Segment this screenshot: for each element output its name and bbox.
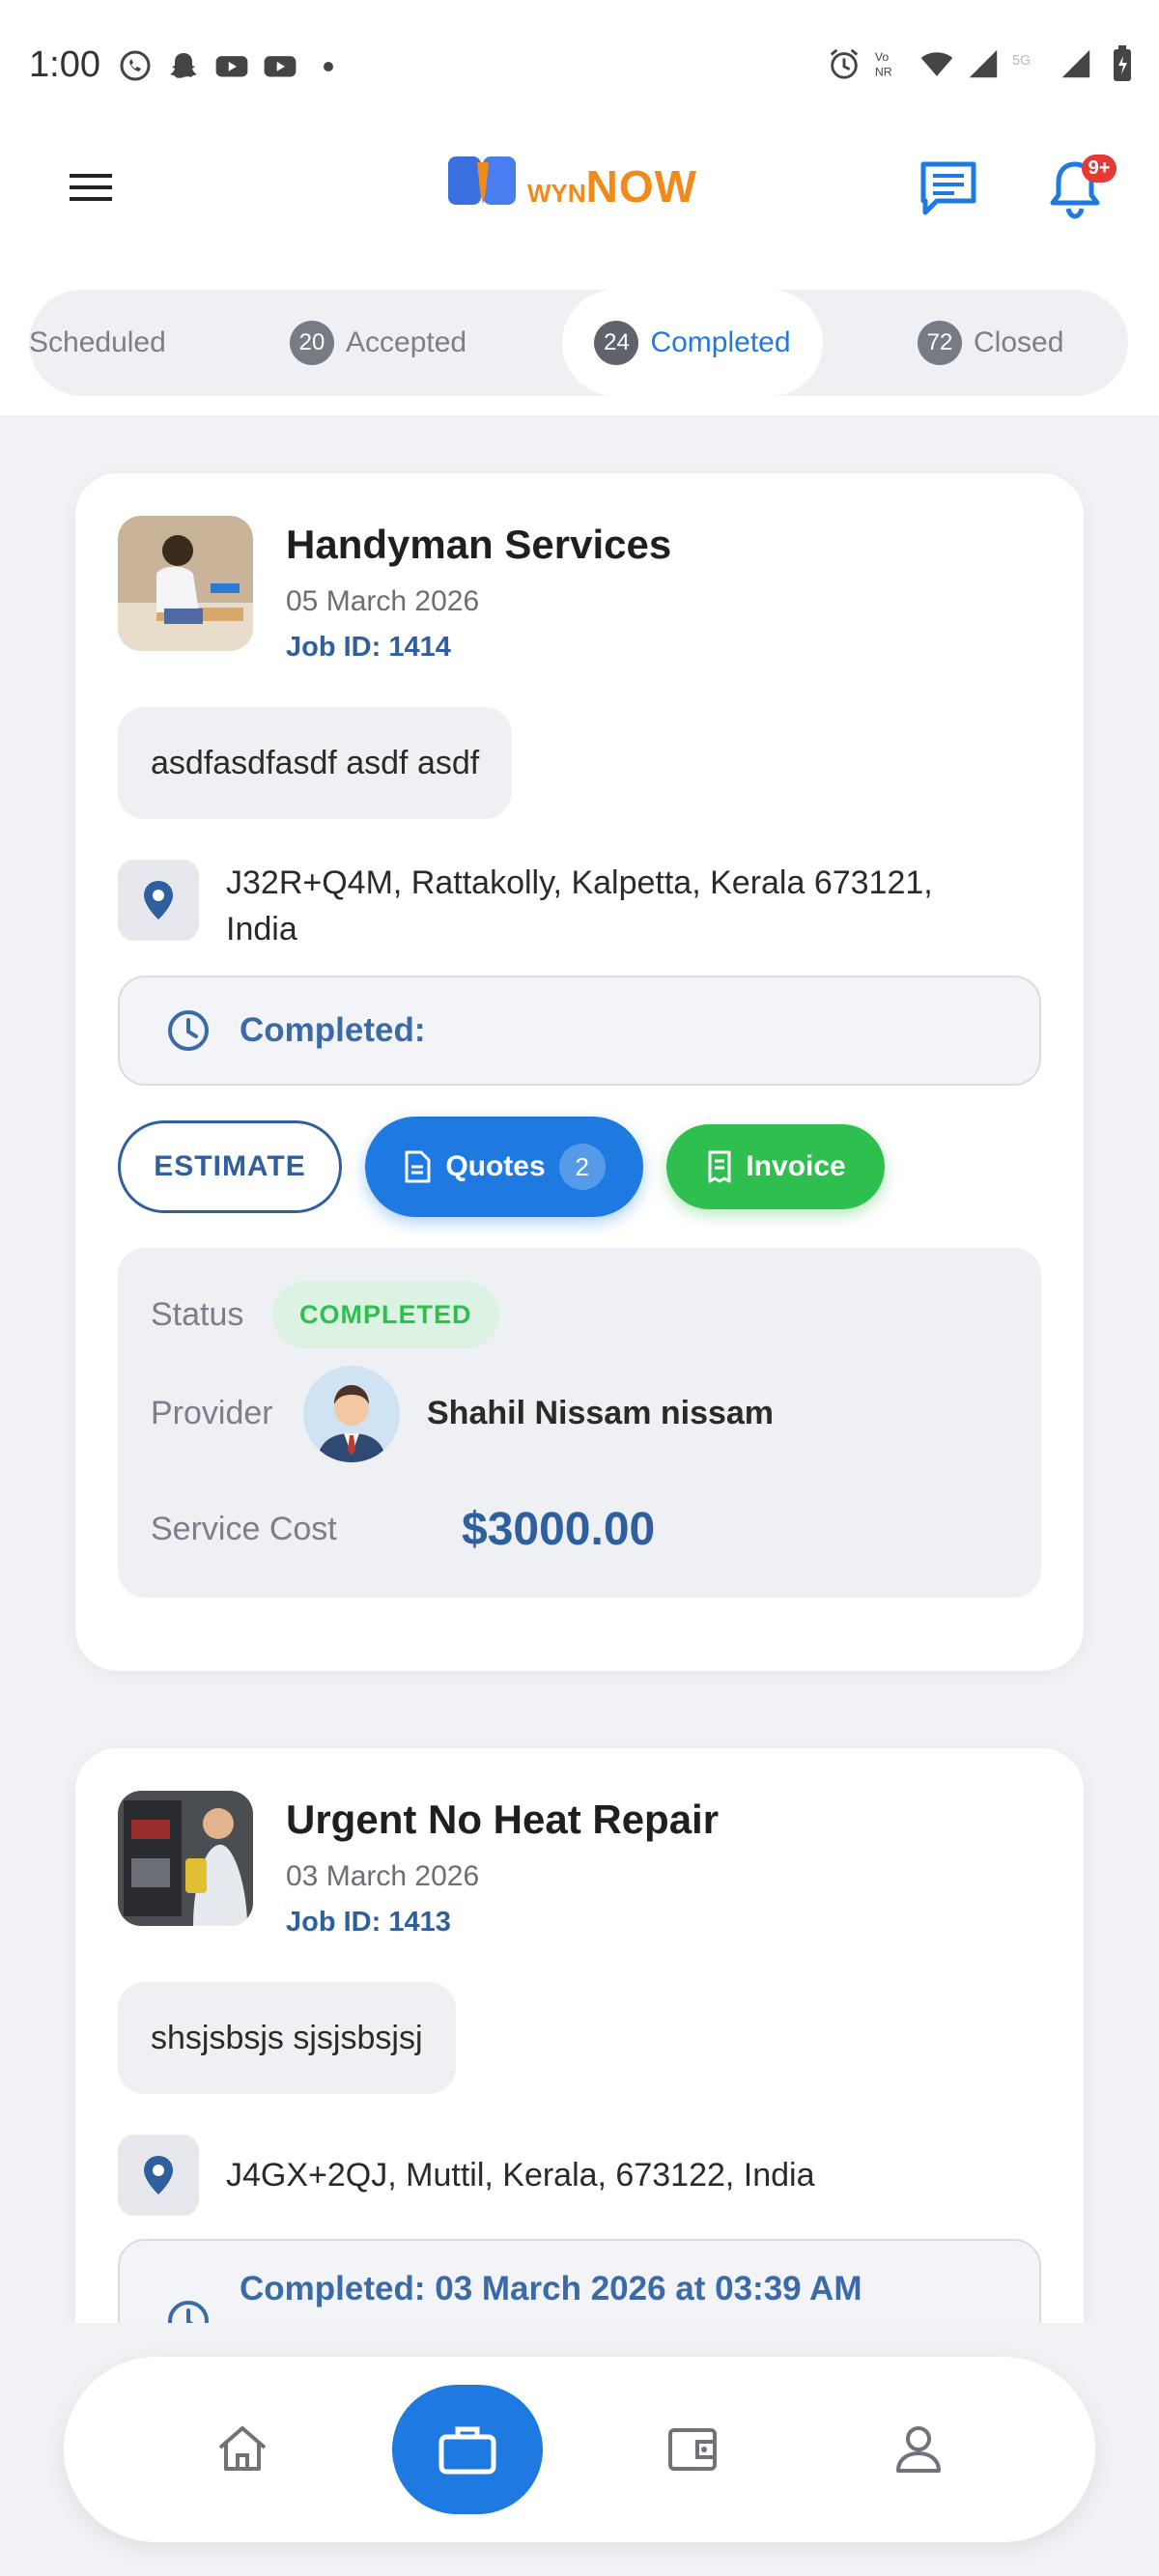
- status-label: Status: [151, 1296, 244, 1333]
- nav-profile[interactable]: [856, 2386, 981, 2511]
- completed-text: Completed:: [240, 1011, 426, 1049]
- quotes-label: Quotes: [445, 1150, 546, 1182]
- location-line: J4GX+2QJ, Muttil, Kerala, 673122, India: [226, 2157, 815, 2194]
- signal-icon: [966, 46, 1001, 81]
- tab-label: Scheduled: [29, 326, 166, 358]
- location-pin-icon: [118, 860, 199, 941]
- job-description: shsjsbsjs sjsjsbsjsj: [118, 1982, 456, 2094]
- invoice-button[interactable]: Invoice: [666, 1124, 885, 1209]
- profile-icon: [896, 2426, 941, 2473]
- briefcase-icon: [438, 2426, 496, 2475]
- avatar: [303, 1366, 400, 1462]
- service-cost-value: $3000.00: [462, 1504, 656, 1555]
- tab-label: Closed: [974, 326, 1064, 358]
- job-date: 03 March 2026: [286, 1860, 480, 1892]
- logo-now-text: NOW: [585, 161, 698, 212]
- tab-scheduled[interactable]: Scheduled: [29, 290, 222, 396]
- job-info-panel: Status COMPLETED Provider Shahil Nissam …: [118, 1248, 1041, 1598]
- tab-completed[interactable]: 24 Completed: [562, 290, 823, 396]
- logo-wyn-text: WYN: [527, 179, 586, 208]
- tab-count: 72: [918, 321, 962, 365]
- job-id: Job ID: 1413: [286, 1907, 451, 1938]
- tab-closed[interactable]: 72 Closed: [918, 290, 1111, 396]
- job-description: asdfasdfasdf asdf asdf: [118, 707, 513, 819]
- svg-text:5G: 5G: [1012, 53, 1031, 69]
- job-location: J32R+Q4M, Rattakolly, Kalpetta, Kerala 6…: [118, 860, 1045, 952]
- nav-jobs[interactable]: [392, 2385, 543, 2514]
- tab-count: 20: [290, 321, 334, 365]
- tab-label: Accepted: [346, 326, 467, 358]
- status-time: 1:00: [29, 44, 100, 85]
- location-line: J32R+Q4M, Rattakolly, Kalpetta, Kerala 6…: [226, 864, 933, 901]
- location-pin-icon: [118, 2135, 199, 2216]
- dot-icon: [311, 48, 346, 83]
- job-card[interactable]: Handyman Services 05 March 2026 Job ID: …: [75, 473, 1084, 1671]
- volte-icon: Vo NR: [873, 46, 908, 81]
- job-id: Job ID: 1414: [286, 632, 451, 663]
- home-icon: [218, 2426, 267, 2471]
- document-icon: [405, 1150, 431, 1183]
- tab-label: Completed: [650, 326, 791, 358]
- 5g-icon: 5G: [1012, 46, 1047, 81]
- status-left-icons: [118, 48, 346, 83]
- tab-count: 24: [594, 321, 639, 365]
- bottom-navigation: [64, 2357, 1095, 2542]
- youtube-icon: [214, 48, 249, 83]
- completed-box: Completed:: [118, 976, 1041, 1086]
- snapchat-icon: [166, 48, 201, 83]
- job-location: J4GX+2QJ, Muttil, Kerala, 673122, India: [118, 2135, 1045, 2216]
- clock-icon: [168, 1010, 209, 1051]
- completed-text: Completed: 03 March 2026 at 03:39 AM: [240, 2270, 862, 2307]
- job-thumbnail: [118, 516, 253, 651]
- quotes-count: 2: [558, 1144, 606, 1190]
- status-badge: COMPLETED: [272, 1281, 499, 1348]
- logo-mark-icon: [444, 153, 522, 220]
- job-actions: ESTIMATE Quotes 2 Invoice: [118, 1117, 885, 1217]
- tab-accepted[interactable]: 20 Accepted: [290, 290, 541, 396]
- job-date: 05 March 2026: [286, 585, 480, 617]
- youtube-icon: [263, 48, 297, 83]
- quotes-button[interactable]: Quotes 2: [365, 1117, 643, 1217]
- receipt-icon: [708, 1150, 731, 1183]
- job-title: Urgent No Heat Repair: [286, 1797, 720, 1842]
- location-line: India: [226, 911, 297, 948]
- svg-text:NR: NR: [875, 65, 892, 78]
- status-right-icons: Vo NR 5G: [827, 45, 1140, 81]
- chat-icon[interactable]: [918, 158, 979, 218]
- status-bar: 1:00 Vo NR 5G: [0, 0, 1159, 135]
- provider-label: Provider: [151, 1395, 273, 1431]
- nav-home[interactable]: [180, 2386, 305, 2511]
- job-thumbnail: [118, 1791, 253, 1926]
- wynnow-logo: WYN NOW: [444, 153, 697, 220]
- whatsapp-icon: [118, 48, 153, 83]
- hamburger-menu-icon[interactable]: [68, 166, 116, 209]
- battery-icon: [1105, 45, 1140, 81]
- estimate-button[interactable]: ESTIMATE: [118, 1120, 342, 1213]
- nav-wallet[interactable]: [630, 2386, 755, 2511]
- wifi-icon: [919, 46, 954, 81]
- invoice-label: Invoice: [746, 1150, 846, 1182]
- job-status-tabs: Scheduled 20 Accepted 24 Completed 72 Cl…: [29, 290, 1128, 396]
- notification-badge: 9+: [1082, 155, 1117, 183]
- job-title: Handyman Services: [286, 522, 672, 567]
- wallet-icon: [668, 2428, 717, 2471]
- alarm-icon: [827, 46, 862, 81]
- provider-name: Shahil Nissam nissam: [427, 1395, 775, 1431]
- signal-icon: [1059, 46, 1093, 81]
- service-cost-label: Service Cost: [151, 1511, 337, 1547]
- svg-text:Vo: Vo: [875, 50, 890, 64]
- notification-bell[interactable]: 9+: [1045, 155, 1117, 222]
